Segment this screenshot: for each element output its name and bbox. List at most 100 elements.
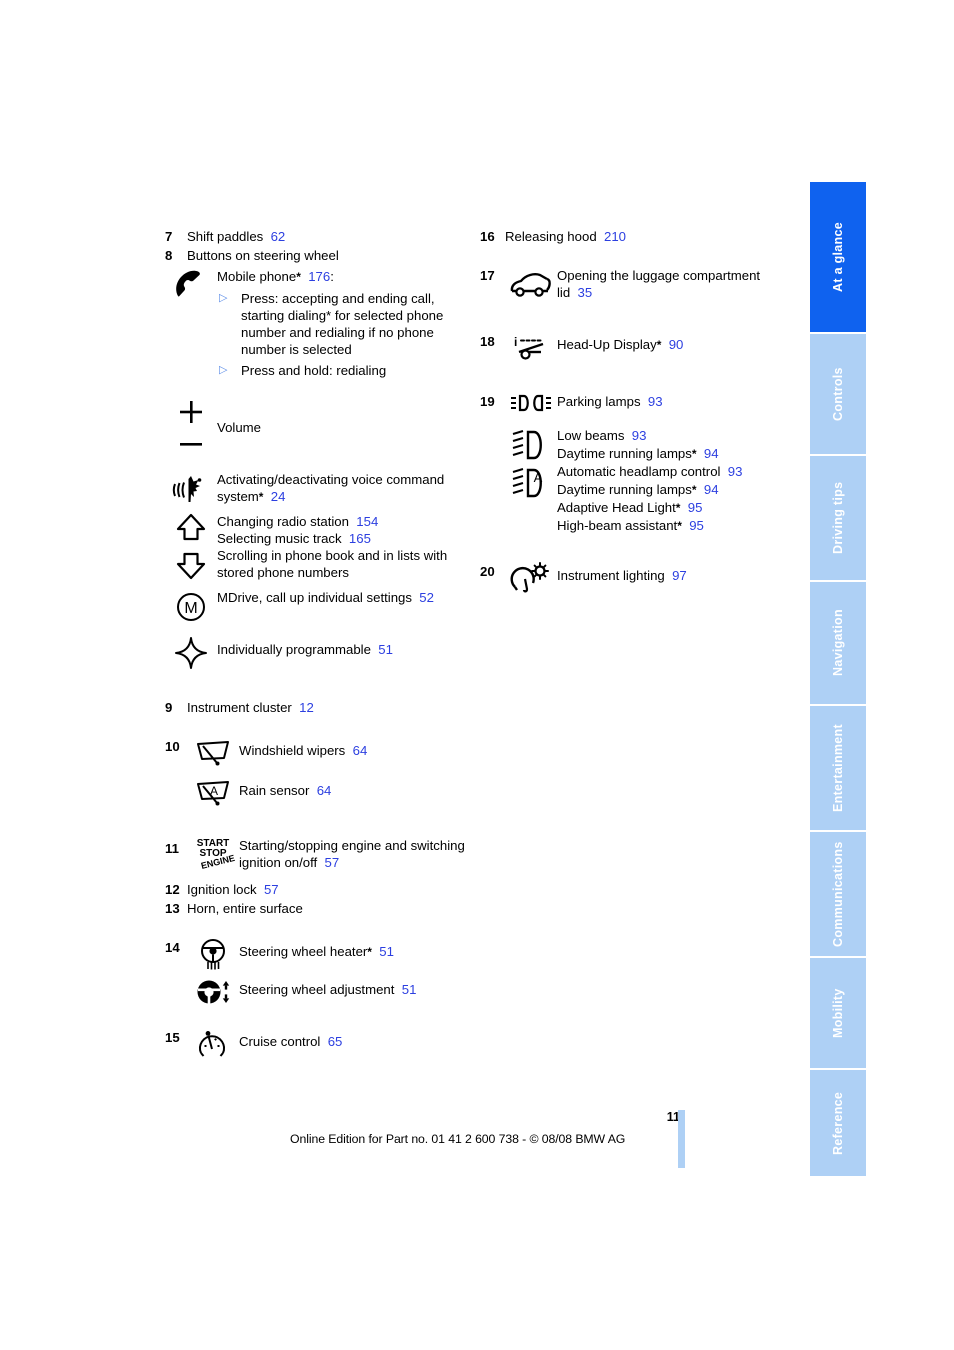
item-text: Ignition lock 57 [187, 881, 465, 898]
page-ref[interactable]: 95 [689, 518, 704, 533]
page-ref[interactable]: 62 [271, 229, 286, 244]
option-star: * [677, 519, 682, 533]
footer-text: Online Edition for Part no. 01 41 2 600 … [290, 1132, 626, 1146]
page-ref[interactable]: 51 [379, 944, 394, 959]
page-ref[interactable]: 57 [264, 882, 279, 897]
arrows-text: Changing radio station 154 Selecting mus… [217, 511, 465, 581]
page-ref[interactable]: 95 [688, 500, 703, 515]
page-ref[interactable]: 93 [632, 428, 647, 443]
hud-text: Head-Up Display* 90 [557, 331, 790, 354]
voice-command-icon [165, 469, 217, 509]
wipers-text: Windshield wipers 64 [239, 736, 465, 759]
list-item-16: 16 Releasing hood 210 [480, 228, 790, 245]
triangle-bullet-icon: ▷ [219, 292, 228, 304]
right-column: 16 Releasing hood 210 17 Opening the lug… [480, 228, 790, 595]
telephone-handset-icon [165, 266, 217, 318]
subitem-arrows: Changing radio station 154 Selecting mus… [165, 511, 465, 583]
page-ref[interactable]: 65 [328, 1034, 343, 1049]
arrow-down-icon [176, 552, 206, 580]
page-ref[interactable]: 35 [578, 285, 593, 300]
svg-text:M: M [184, 600, 197, 617]
arrows-line-label: Changing radio station [217, 514, 349, 529]
page-ref[interactable]: 165 [349, 531, 371, 546]
page-ref[interactable]: 94 [704, 482, 719, 497]
svg-text:i: i [514, 335, 517, 349]
page-ref[interactable]: 93 [728, 464, 743, 479]
page-ref[interactable]: 12 [299, 700, 314, 715]
subitem-rain-sensor: A Rain sensor 64 [187, 776, 465, 810]
lamp-line-label: Daytime running lamps [557, 446, 692, 461]
left-column: 7 Shift paddles 62 8 Buttons on steering… [165, 228, 465, 1061]
start-stop-text: Starting/stopping engine and switching i… [239, 836, 465, 871]
volume-label: Volume [217, 420, 261, 435]
svg-text:A: A [210, 784, 218, 798]
page-ref[interactable]: 57 [325, 855, 340, 870]
tab-label: Driving tips [831, 481, 845, 555]
wipers-label: Windshield wipers [239, 743, 346, 758]
item-label: Shift paddles [187, 229, 264, 244]
tab-communications[interactable]: Communications [810, 832, 866, 956]
item-number: 19 [480, 394, 495, 409]
tab-navigation[interactable]: Navigation [810, 582, 866, 704]
cruise-control-text: Cruise control 65 [239, 1027, 465, 1050]
footer-accent-bar [678, 1110, 685, 1168]
item-number: 7 [165, 229, 173, 244]
list-item-11: 11 START STOP ENGINE Starting/stopping e… [165, 836, 465, 871]
page-ref[interactable]: 176 [308, 269, 330, 284]
programmable-label: Individually programmable [217, 642, 371, 657]
instrument-lighting-label: Instrument lighting [557, 568, 665, 583]
tab-label: Reference [831, 1091, 845, 1155]
option-star: * [691, 447, 697, 461]
page-ref[interactable]: 64 [317, 783, 332, 798]
page-ref[interactable]: 64 [353, 743, 368, 758]
tab-controls[interactable]: Controls [810, 334, 866, 454]
page-ref[interactable]: 97 [672, 568, 687, 583]
voice-command-text: Activating/deactivating voice com­mand s… [217, 469, 465, 506]
arrows-line-label: Scrolling in phone book and in lists wit… [217, 548, 448, 580]
item-number: 13 [165, 901, 180, 916]
item-number: 9 [165, 700, 173, 715]
page-ref[interactable]: 94 [704, 446, 719, 461]
steering-wheel-adjust-icon [187, 975, 239, 1009]
hud-label: Head-Up Display [557, 337, 657, 352]
page-ref[interactable]: 90 [669, 337, 684, 352]
triangle-bullet-icon: ▷ [219, 364, 228, 376]
page-ref[interactable]: 52 [419, 590, 434, 605]
low-beam-icon [512, 430, 542, 460]
tab-reference[interactable]: Reference [810, 1070, 866, 1176]
parking-lamps-text: Parking lamps 93 [557, 391, 790, 410]
lamp-line-label: High-beam assistant [557, 518, 678, 533]
item-number: 17 [480, 268, 495, 283]
page-ref[interactable]: 154 [356, 514, 378, 529]
page-ref[interactable]: 93 [648, 394, 663, 409]
tab-driving-tips[interactable]: Driving tips [810, 456, 866, 580]
page-ref[interactable]: 24 [271, 489, 286, 504]
cruise-control-icon [187, 1027, 239, 1061]
page-number: 11 [666, 1110, 680, 1124]
tab-at-a-glance[interactable]: At a glance [810, 182, 866, 332]
list-item-10: 10 Windshield wipers 64 A Rain sensor 64 [165, 736, 465, 810]
wheel-heater-text: Steering wheel heater* 51 [239, 937, 465, 961]
svg-text:A: A [534, 470, 543, 485]
item-number: 14 [165, 940, 180, 955]
list-item-14: 14 Steering wheel heater* 51 Steering wh… [165, 937, 465, 1009]
colon: : [330, 269, 334, 284]
windshield-wiper-icon [187, 736, 239, 770]
tab-mobility[interactable]: Mobility [810, 958, 866, 1068]
arrow-up-icon [176, 513, 206, 541]
item-text: Shift paddles 62 [187, 228, 465, 245]
page-ref[interactable]: 210 [604, 229, 626, 244]
wheel-adjust-label: Steering wheel adjustment [239, 982, 395, 997]
tab-entertainment[interactable]: Entertainment [810, 706, 866, 830]
list-item-7: 7 Shift paddles 62 [165, 228, 465, 245]
rain-sensor-text: Rain sensor 64 [239, 776, 465, 799]
tab-label: Navigation [831, 609, 845, 677]
page-ref[interactable]: 51 [378, 642, 393, 657]
list-item-17: 17 Opening the luggage compartment lid 3… [480, 265, 790, 305]
item-label: Ignition lock [187, 882, 257, 897]
parking-lamps-icon [505, 391, 557, 417]
page-ref[interactable]: 51 [402, 982, 417, 997]
option-star: * [367, 945, 372, 959]
bullet-text: Press and hold: redialing [241, 363, 387, 378]
tab-label: At a glance [831, 222, 845, 292]
